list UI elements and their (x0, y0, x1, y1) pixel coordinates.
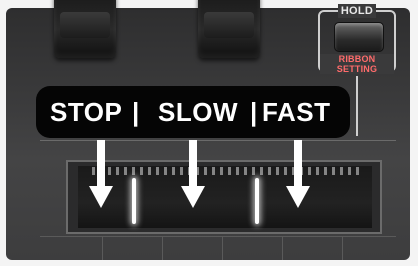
right-fader-cap (198, 0, 260, 58)
down-arrow-icon (89, 140, 113, 208)
ribbon-tick (276, 167, 279, 175)
ribbon-tick (140, 167, 143, 175)
ribbon-tick (132, 167, 135, 175)
hold-connector-line (356, 76, 358, 136)
down-arrow-icon (181, 140, 205, 208)
ribbon-tick (148, 167, 151, 175)
slow-label: SLOW (158, 97, 238, 127)
ribbon-tick (236, 167, 239, 175)
ribbon-tick-marks (92, 167, 360, 175)
hold-label: HOLD (338, 4, 376, 18)
ribbon-tick (228, 167, 231, 175)
left-fader-cap (54, 0, 116, 58)
ribbon-tick (124, 167, 127, 175)
panel-divider (282, 236, 283, 260)
ribbon-setting-label: RIBBON SETTING (320, 54, 394, 74)
ribbon-tick (268, 167, 271, 175)
ribbon-setting-line1: RIBBON (338, 54, 376, 64)
ribbon-tick (116, 167, 119, 175)
photo-frame: HOLD RIBBON SETTING STOP | SLOW | FAST (0, 0, 418, 266)
ribbon-led-left (132, 178, 136, 224)
ribbon-tick (164, 167, 167, 175)
ribbon-tick (156, 167, 159, 175)
hold-button[interactable] (334, 22, 384, 52)
ribbon-led-right (255, 178, 259, 224)
ribbon-tick (332, 167, 335, 175)
ribbon-tick (340, 167, 343, 175)
ribbon-tick (356, 167, 359, 175)
ribbon-tick (220, 167, 223, 175)
ribbon-setting-line2: SETTING (336, 64, 378, 74)
panel-divider (342, 236, 343, 260)
panel-divider (162, 236, 163, 260)
ribbon-tick (324, 167, 327, 175)
fast-label: FAST (262, 97, 331, 127)
panel-divider (222, 236, 223, 260)
separator-2: | (250, 97, 258, 127)
ribbon-tick (252, 167, 255, 175)
ribbon-tick (348, 167, 351, 175)
panel-divider (102, 236, 103, 260)
ribbon-tick (172, 167, 175, 175)
speed-zones-callout: STOP | SLOW | FAST (36, 86, 350, 138)
ribbon-controller[interactable] (78, 166, 372, 228)
ribbon-tick (244, 167, 247, 175)
down-arrow-icon (286, 140, 310, 208)
ribbon-tick (212, 167, 215, 175)
stop-label: STOP (50, 97, 123, 127)
ribbon-tick (260, 167, 263, 175)
ribbon-tick (316, 167, 319, 175)
separator-1: | (132, 97, 140, 127)
